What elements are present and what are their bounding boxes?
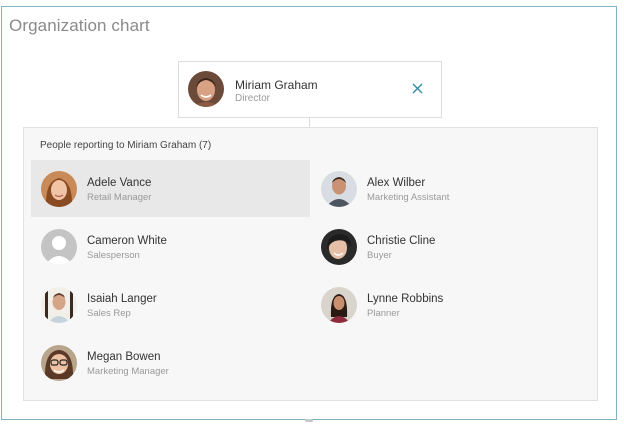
manager-name: Miriam Graham — [235, 78, 318, 92]
report-role: Marketing Manager — [87, 366, 169, 377]
report-role: Planner — [367, 308, 400, 319]
avatar — [321, 229, 357, 265]
avatar — [41, 171, 77, 207]
chart-connector — [309, 118, 310, 127]
manager-card[interactable]: Miriam Graham Director — [178, 61, 442, 118]
avatar — [41, 345, 77, 381]
reports-heading: People reporting to Miriam Graham (7) — [40, 140, 212, 151]
avatar-placeholder-icon — [41, 229, 77, 265]
manager-avatar — [188, 71, 224, 107]
report-cameron-white[interactable]: Cameron White Salesperson — [31, 218, 310, 275]
report-role: Buyer — [367, 250, 392, 261]
report-alex-wilber[interactable]: Alex Wilber Marketing Assistant — [311, 160, 590, 217]
report-lynne-robbins[interactable]: Lynne Robbins Planner — [311, 276, 590, 333]
report-isaiah-langer[interactable]: Isaiah Langer Sales Rep — [31, 276, 310, 333]
reports-panel: People reporting to Miriam Graham (7) Ad… — [23, 127, 598, 401]
page-title: Organization chart — [9, 16, 150, 35]
close-icon[interactable] — [408, 79, 426, 97]
report-christie-cline[interactable]: Christie Cline Buyer — [311, 218, 590, 275]
report-name: Megan Bowen — [87, 351, 161, 363]
report-role: Retail Manager — [87, 192, 152, 203]
report-name: Alex Wilber — [367, 177, 426, 189]
report-role: Sales Rep — [87, 308, 131, 319]
avatar — [321, 171, 357, 207]
report-name: Cameron White — [87, 235, 167, 247]
manager-role: Director — [235, 93, 271, 104]
report-role: Salesperson — [87, 250, 140, 261]
scroll-indicator — [305, 419, 313, 422]
report-megan-bowen[interactable]: Megan Bowen Marketing Manager — [31, 334, 310, 391]
report-name: Christie Cline — [367, 235, 436, 247]
report-name: Isaiah Langer — [87, 293, 157, 305]
report-name: Lynne Robbins — [367, 293, 444, 305]
report-role: Marketing Assistant — [367, 192, 450, 203]
avatar — [41, 287, 77, 323]
report-adele-vance[interactable]: Adele Vance Retail Manager — [31, 160, 310, 217]
report-name: Adele Vance — [87, 177, 152, 189]
avatar — [321, 287, 357, 323]
